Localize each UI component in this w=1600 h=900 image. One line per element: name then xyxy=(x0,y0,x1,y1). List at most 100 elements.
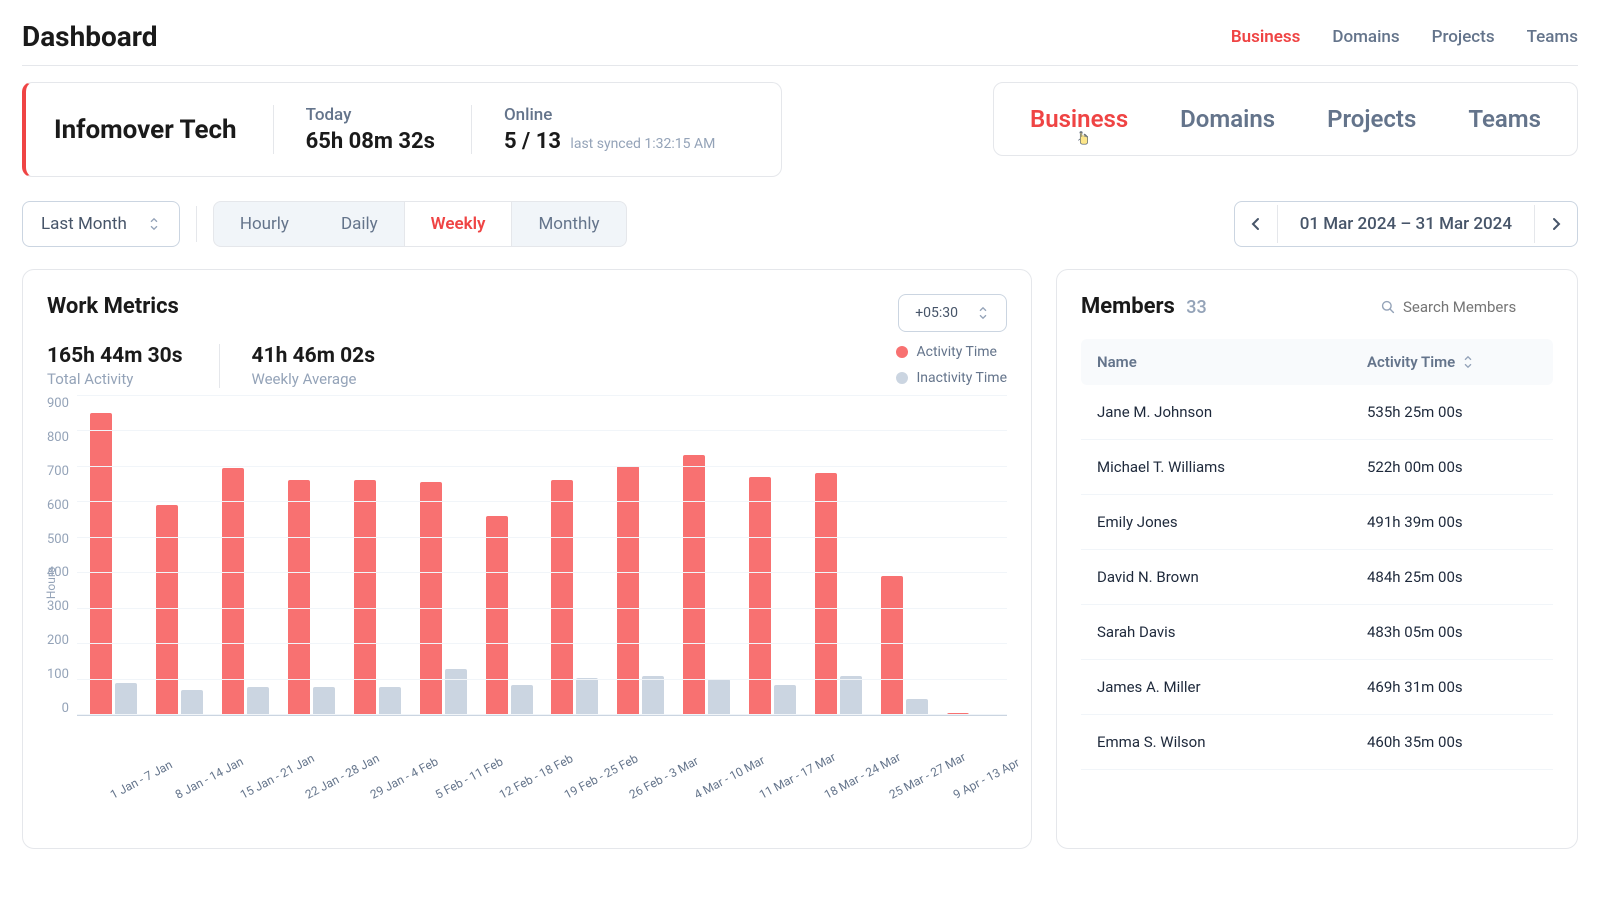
bar-group xyxy=(286,480,336,715)
date-next-button[interactable] xyxy=(1534,205,1577,243)
y-tick: 0 xyxy=(62,701,69,716)
granularity-segmented: Hourly Daily Weekly Monthly xyxy=(213,201,627,247)
total-activity-label: Total Activity xyxy=(47,370,183,388)
members-title: Members xyxy=(1081,294,1175,319)
bar-inactivity xyxy=(642,676,664,715)
member-name: Sarah Davis xyxy=(1097,623,1367,641)
bar-activity xyxy=(881,576,903,715)
x-tick: 9 Apr - 13 Apr xyxy=(951,766,1002,802)
member-time: 491h 39m 00s xyxy=(1367,513,1537,531)
y-axis-label: Hours xyxy=(44,567,58,599)
chart-plot xyxy=(77,396,1007,716)
bar-group xyxy=(418,482,468,715)
bar-activity xyxy=(354,480,376,715)
view-tab-teams[interactable]: Teams xyxy=(1468,105,1541,133)
member-name: Michael T. Williams xyxy=(1097,458,1367,476)
company-name: Infomover Tech xyxy=(54,115,237,145)
y-tick: 300 xyxy=(47,599,69,614)
today-label: Today xyxy=(306,105,435,125)
x-tick: 22 Jan - 28 Jan xyxy=(303,766,354,802)
search-icon xyxy=(1381,300,1395,314)
chevron-sort-icon xyxy=(976,306,990,320)
bar-activity xyxy=(486,516,508,715)
y-tick: 600 xyxy=(47,498,69,513)
col-name-header[interactable]: Name xyxy=(1097,353,1367,371)
chevron-sort-icon xyxy=(1461,355,1475,369)
date-range-label[interactable]: 01 Mar 2024 – 31 Mar 2024 xyxy=(1278,202,1534,246)
bar-inactivity xyxy=(576,678,598,715)
x-tick: 15 Jan - 21 Jan xyxy=(238,766,289,802)
member-row[interactable]: James A. Miller469h 31m 00s xyxy=(1081,660,1553,715)
chart-legend: Activity Time Inactivity Time xyxy=(896,344,1007,388)
member-time: 535h 25m 00s xyxy=(1367,403,1537,421)
top-tab-teams[interactable]: Teams xyxy=(1527,27,1578,47)
online-label: Online xyxy=(504,105,715,125)
members-table-header: Name Activity Time xyxy=(1081,339,1553,385)
seg-monthly[interactable]: Monthly xyxy=(512,202,625,246)
today-value: 65h 08m 32s xyxy=(306,129,435,154)
x-tick: 5 Feb - 11 Feb xyxy=(432,766,483,802)
company-summary-card: Infomover Tech Today 65h 08m 32s Online … xyxy=(22,82,782,177)
legend-dot-inactivity xyxy=(896,372,908,384)
bar-activity xyxy=(288,480,310,715)
seg-daily[interactable]: Daily xyxy=(315,202,404,246)
members-search[interactable] xyxy=(1381,298,1553,316)
member-time: 484h 25m 00s xyxy=(1367,568,1537,586)
members-count: 33 xyxy=(1186,297,1206,318)
y-tick: 900 xyxy=(47,396,69,411)
seg-weekly[interactable]: Weekly xyxy=(404,202,513,246)
member-name: David N. Brown xyxy=(1097,568,1367,586)
seg-hourly[interactable]: Hourly xyxy=(214,202,315,246)
x-tick: 29 Jan - 4 Feb xyxy=(368,766,419,802)
timezone-select[interactable]: +05:30 xyxy=(898,294,1007,332)
view-tab-domains[interactable]: Domains xyxy=(1180,105,1275,133)
y-tick: 500 xyxy=(47,532,69,547)
metrics-title: Work Metrics xyxy=(47,294,179,319)
x-tick: 25 Mar - 27 Mar xyxy=(886,766,937,802)
member-row[interactable]: David N. Brown484h 25m 00s xyxy=(1081,550,1553,605)
x-tick: 8 Jan - 14 Jan xyxy=(173,766,224,802)
member-time: 460h 35m 00s xyxy=(1367,733,1537,751)
member-row[interactable]: Emma S. Wilson460h 35m 00s xyxy=(1081,715,1553,770)
bar-group xyxy=(352,480,402,715)
view-tab-business[interactable]: Business xyxy=(1030,105,1128,133)
x-tick: 12 Feb - 18 Feb xyxy=(497,766,548,802)
date-prev-button[interactable] xyxy=(1235,205,1278,243)
members-search-input[interactable] xyxy=(1403,298,1553,316)
pointer-cursor-icon xyxy=(1076,131,1090,145)
y-axis: 9008007006005004003002001000 xyxy=(47,396,77,716)
x-tick: 4 Mar - 10 Mar xyxy=(692,766,743,802)
x-tick: 26 Feb - 3 Mar xyxy=(627,766,678,802)
bar-inactivity xyxy=(115,683,137,715)
top-tab-domains[interactable]: Domains xyxy=(1332,27,1399,47)
bar-inactivity xyxy=(445,669,467,715)
view-tab-projects[interactable]: Projects xyxy=(1327,105,1416,133)
period-select[interactable]: Last Month xyxy=(22,201,180,247)
online-value: 5 / 13 xyxy=(504,129,561,154)
bar-inactivity xyxy=(247,687,269,715)
total-activity-value: 165h 44m 30s xyxy=(47,344,183,368)
bar-activity xyxy=(90,413,112,715)
weekly-avg-value: 41h 46m 02s xyxy=(252,344,375,368)
bar-inactivity xyxy=(181,690,203,715)
bar-group xyxy=(879,576,929,715)
member-row[interactable]: Jane M. Johnson535h 25m 00s xyxy=(1081,385,1553,440)
bar-inactivity xyxy=(840,676,862,715)
bar-group xyxy=(89,413,139,715)
col-time-header[interactable]: Activity Time xyxy=(1367,353,1537,371)
weekly-avg-label: Weekly Average xyxy=(252,370,375,388)
bar-group xyxy=(682,455,732,715)
member-row[interactable]: Sarah Davis483h 05m 00s xyxy=(1081,605,1553,660)
bar-inactivity xyxy=(906,699,928,715)
top-tab-projects[interactable]: Projects xyxy=(1432,27,1495,47)
page-title: Dashboard xyxy=(22,20,158,53)
member-name: Jane M. Johnson xyxy=(1097,403,1367,421)
member-name: Emma S. Wilson xyxy=(1097,733,1367,751)
member-time: 483h 05m 00s xyxy=(1367,623,1537,641)
member-row[interactable]: Michael T. Williams522h 00m 00s xyxy=(1081,440,1553,495)
member-row[interactable]: Emily Jones491h 39m 00s xyxy=(1081,495,1553,550)
chart-area: Hours 9008007006005004003002001000 xyxy=(47,396,1007,756)
top-tab-business[interactable]: Business xyxy=(1231,27,1301,47)
bar-group xyxy=(484,516,534,715)
top-tabs: Business Domains Projects Teams xyxy=(1231,27,1578,47)
